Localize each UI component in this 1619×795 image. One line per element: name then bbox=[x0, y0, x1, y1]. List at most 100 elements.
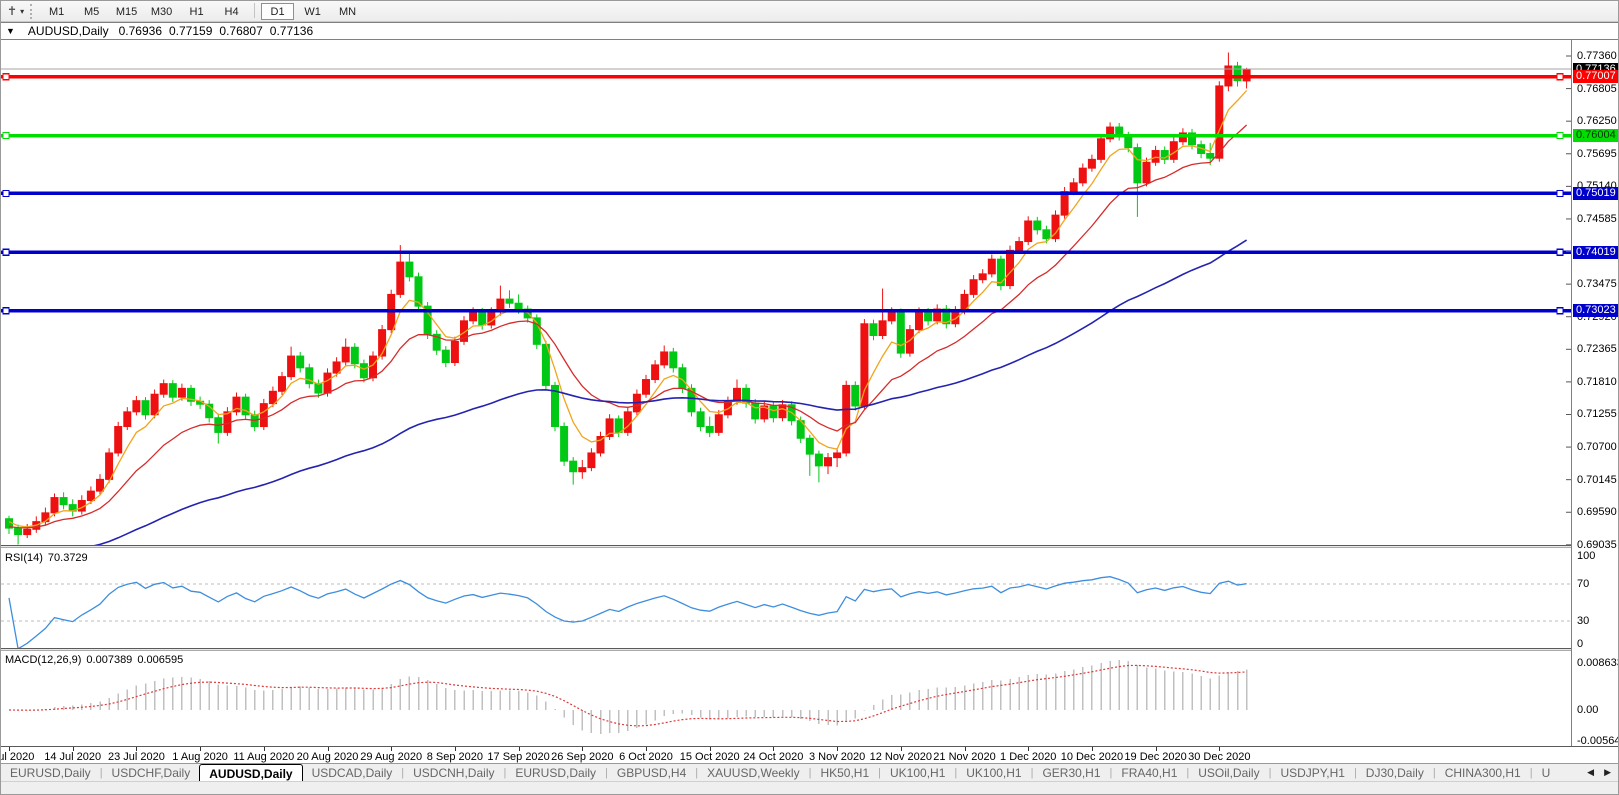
date-label: 17 Sep 2020 bbox=[487, 751, 549, 763]
date-label: 4 Jul 2020 bbox=[0, 751, 34, 763]
ma-fast-line bbox=[9, 91, 1247, 527]
candle-body bbox=[133, 401, 140, 412]
candle-body bbox=[1098, 139, 1105, 160]
line-handle[interactable] bbox=[1557, 74, 1563, 80]
candle-body bbox=[24, 529, 31, 534]
tab-uk100-h1[interactable]: UK100,H1 bbox=[957, 764, 1030, 781]
cursor-tool-icon[interactable]: ✝ bbox=[4, 4, 20, 18]
line-price-badge: 0.76004 bbox=[1573, 129, 1619, 142]
rsi-panel[interactable] bbox=[1, 548, 1571, 648]
tab-hk50-h1[interactable]: HK50,H1 bbox=[811, 764, 878, 781]
candle-body bbox=[169, 384, 176, 398]
right-arrow-icon[interactable]: ▶ bbox=[1599, 767, 1616, 778]
candle-body bbox=[370, 356, 377, 378]
status-bar bbox=[1, 781, 1619, 795]
price-axis-label: 0.76805 bbox=[1577, 83, 1617, 96]
left-arrow-icon[interactable]: ◀ bbox=[1582, 767, 1599, 778]
chart-body[interactable]: RSI(14)70.3729 MACD(12,26,9)0.0073890.00… bbox=[1, 40, 1619, 746]
candle-body bbox=[879, 321, 886, 336]
line-handle[interactable] bbox=[1557, 308, 1563, 314]
line-handle[interactable] bbox=[1557, 249, 1563, 255]
chart-tabs: EURUSD,Daily|USDCHF,DailyAUDUSD,DailyUSD… bbox=[1, 763, 1619, 781]
line-handle[interactable] bbox=[3, 74, 9, 80]
candle-body bbox=[1125, 136, 1132, 148]
timeframe-button-m1[interactable]: M1 bbox=[40, 3, 73, 20]
candle-body bbox=[652, 365, 659, 380]
tab-u[interactable]: U bbox=[1533, 764, 1560, 781]
candle-body bbox=[870, 324, 877, 336]
candle-body bbox=[624, 412, 631, 433]
tab-fra40-h1[interactable]: FRA40,H1 bbox=[1112, 764, 1186, 781]
candle-body bbox=[333, 362, 340, 373]
line-handle[interactable] bbox=[3, 249, 9, 255]
toolbar-grip[interactable] bbox=[30, 4, 34, 19]
tab-dj30-daily[interactable]: DJ30,Daily bbox=[1357, 764, 1433, 781]
date-label: 26 Sep 2020 bbox=[551, 751, 613, 763]
price-axis-label: 0.73475 bbox=[1577, 278, 1617, 291]
tab-usoil-daily[interactable]: USOil,Daily bbox=[1189, 764, 1268, 781]
price-axis-label: 0.70700 bbox=[1577, 441, 1617, 454]
timeframe-button-h4[interactable]: H4 bbox=[215, 3, 248, 20]
ohlc-close: 0.77136 bbox=[270, 24, 313, 38]
line-price-badge: 0.73023 bbox=[1573, 304, 1619, 317]
tab-usdchf-daily[interactable]: USDCHF,Daily bbox=[103, 764, 200, 781]
line-handle[interactable] bbox=[3, 190, 9, 196]
candle-body bbox=[724, 401, 731, 415]
candle-body bbox=[888, 312, 895, 321]
tab-eurusd-daily[interactable]: EURUSD,Daily bbox=[1, 764, 100, 781]
tab-usdjpy-h1[interactable]: USDJPY,H1 bbox=[1271, 764, 1353, 781]
window-menu-icon[interactable]: ▼ bbox=[1, 26, 21, 36]
tab-gbpusd-h4[interactable]: GBPUSD,H4 bbox=[608, 764, 695, 781]
price-axis-label: 0.74585 bbox=[1577, 213, 1617, 226]
candle-body bbox=[442, 350, 449, 362]
line-handle[interactable] bbox=[1557, 190, 1563, 196]
line-handle[interactable] bbox=[3, 133, 9, 139]
macd-panel[interactable] bbox=[1, 651, 1571, 746]
macd-main-value: 0.007389 bbox=[86, 654, 132, 666]
tab-usdcnh-daily[interactable]: USDCNH,Daily bbox=[404, 764, 503, 781]
price-axis[interactable]: 0.773600.768050.762500.756950.751400.745… bbox=[1571, 40, 1619, 746]
candle-body bbox=[715, 415, 722, 433]
line-handle[interactable] bbox=[3, 308, 9, 314]
candle-body bbox=[15, 528, 22, 534]
timeframe-button-h1[interactable]: H1 bbox=[180, 3, 213, 20]
line-price-badge: 0.75019 bbox=[1573, 187, 1619, 200]
tab-xauusd-weekly[interactable]: XAUUSD,Weekly bbox=[698, 764, 808, 781]
tab-usdcad-daily[interactable]: USDCAD,Daily bbox=[303, 764, 402, 781]
rsi-name: RSI(14) bbox=[5, 552, 43, 564]
hlines-layer bbox=[1, 74, 1571, 314]
timeframe-button-mn[interactable]: MN bbox=[331, 3, 364, 20]
ohlc-high: 0.77159 bbox=[169, 24, 212, 38]
timeframe-button-d1[interactable]: D1 bbox=[261, 3, 294, 20]
price-axis-label: 0.77360 bbox=[1577, 50, 1617, 63]
candle-body bbox=[351, 347, 358, 363]
tab-audusd-daily[interactable]: AUDUSD,Daily bbox=[199, 764, 302, 781]
candle-body bbox=[825, 458, 832, 466]
timeframe-button-m30[interactable]: M30 bbox=[145, 3, 178, 20]
tab-uk100-h1[interactable]: UK100,H1 bbox=[881, 764, 954, 781]
timeframe-button-m5[interactable]: M5 bbox=[75, 3, 108, 20]
price-axis-label: 0.75695 bbox=[1577, 148, 1617, 161]
candle-body bbox=[1043, 230, 1050, 239]
candle-body bbox=[397, 262, 404, 294]
timeframe-button-w1[interactable]: W1 bbox=[296, 3, 329, 20]
timeframe-button-m15[interactable]: M15 bbox=[110, 3, 143, 20]
macd-histogram bbox=[9, 660, 1247, 734]
tab-ger30-h1[interactable]: GER30,H1 bbox=[1033, 764, 1109, 781]
date-label: 1 Dec 2020 bbox=[1000, 751, 1056, 763]
candle-body bbox=[451, 341, 458, 362]
date-label: 14 Jul 2020 bbox=[44, 751, 101, 763]
candle-body bbox=[643, 380, 650, 395]
tab-eurusd-daily[interactable]: EURUSD,Daily bbox=[506, 764, 605, 781]
line-handle[interactable] bbox=[1557, 133, 1563, 139]
rsi-axis-label: 0 bbox=[1577, 638, 1583, 651]
macd-label: MACD(12,26,9)0.0073890.006595 bbox=[5, 654, 188, 666]
price-chart[interactable] bbox=[1, 40, 1571, 545]
date-axis[interactable]: 4 Jul 202014 Jul 202023 Jul 20201 Aug 20… bbox=[1, 746, 1619, 763]
price-axis-label: 0.76250 bbox=[1577, 115, 1617, 128]
chevron-down-icon[interactable]: ▾ bbox=[20, 7, 28, 16]
tab-china300-h1[interactable]: CHINA300,H1 bbox=[1436, 764, 1530, 781]
rsi-line bbox=[9, 577, 1247, 648]
candle-body bbox=[279, 377, 286, 392]
rsi-axis-label: 30 bbox=[1577, 615, 1589, 628]
